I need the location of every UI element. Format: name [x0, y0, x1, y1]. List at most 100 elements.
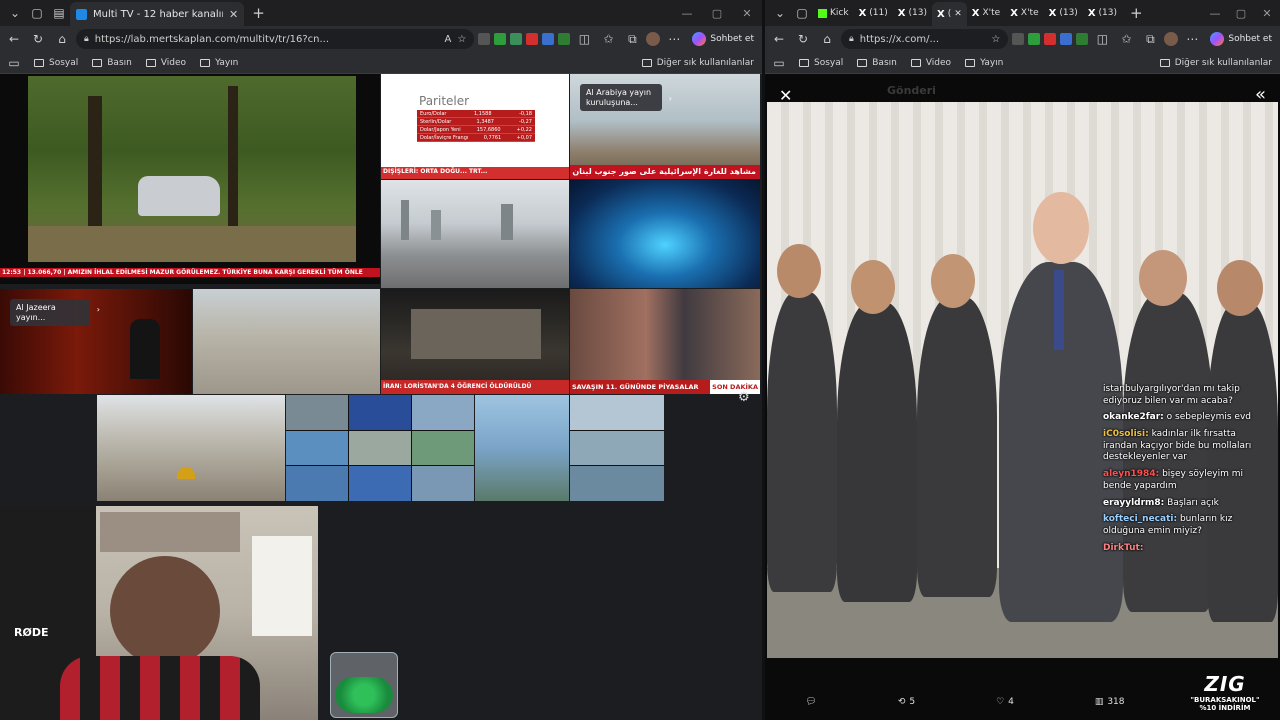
pariteler-row: Dolar/İsviçre Frangı 0,7761 +0,07 [417, 134, 535, 142]
tab-x-6[interactable]: X (13) [1044, 2, 1083, 24]
tab-kick[interactable]: Kick [813, 2, 854, 24]
tv-tile-city-skyline[interactable] [381, 180, 569, 288]
bookmark-yayin[interactable]: Yayın [200, 58, 238, 68]
tree-trunk [228, 86, 238, 246]
back-icon[interactable]: ← [769, 29, 789, 49]
maximize-icon[interactable]: ▢ [1228, 7, 1254, 20]
more-options-icon[interactable]: ⋯ [1182, 29, 1202, 49]
profile-avatar[interactable] [646, 32, 661, 46]
extension-icon[interactable] [1012, 33, 1025, 45]
collections-icon[interactable]: ⧉ [1140, 29, 1160, 49]
workspaces-icon[interactable]: ▢ [791, 2, 813, 24]
tab-x-active[interactable]: X(✕ [931, 2, 967, 26]
like-button[interactable]: ♡ 4 [996, 697, 1014, 707]
split-screen-icon[interactable]: ◫ [1092, 29, 1112, 49]
close-tab-icon[interactable]: ✕ [954, 9, 962, 19]
other-bookmarks[interactable]: Diğer sık kullanılanlar [641, 58, 754, 68]
home-icon[interactable]: ⌂ [52, 29, 72, 49]
profile-avatar[interactable] [1164, 32, 1179, 46]
split-screen-icon[interactable]: ◫ [574, 29, 594, 49]
chat-button[interactable]: Sohbet et [688, 32, 758, 46]
bookmark-yayin[interactable]: Yayın [965, 58, 1003, 68]
son-dakika-badge: SON DAKİKA [710, 380, 760, 394]
tab-actions-icon[interactable]: ⌄ [769, 2, 791, 24]
tab-x-4[interactable]: X X'te [967, 2, 1005, 24]
tv-tile-studio[interactable]: İRAN: LORİSTAN'DA 4 ÖĞRENCİ ÖLDÜRÜLDÜ [381, 289, 569, 394]
chat-message: okanke2far: o sebepleymis evd [1103, 412, 1251, 423]
chat-button[interactable]: Sohbet et [1206, 32, 1276, 46]
extension-red-icon[interactable] [1044, 33, 1057, 45]
other-bookmarks[interactable]: Diğer sık kullanılanlar [1159, 58, 1272, 68]
bookmark-basin[interactable]: Basın [92, 58, 132, 68]
sidebar-toggle-icon[interactable]: ▭ [8, 53, 20, 73]
refresh-icon[interactable]: ↻ [28, 29, 48, 49]
new-tab-button[interactable]: + [244, 4, 273, 22]
lock-icon: 🔒︎ [84, 34, 89, 44]
extension-puzzle-icon[interactable] [1076, 33, 1089, 45]
repost-button[interactable]: ⟲ 5 [898, 697, 915, 707]
lamp [252, 536, 312, 636]
close-window-icon[interactable]: ✕ [1254, 7, 1280, 20]
maximize-icon[interactable]: ▢ [702, 7, 732, 20]
bookmark-video[interactable]: Video [910, 57, 952, 68]
close-tab-icon[interactable]: ✕ [229, 8, 238, 21]
bookmark-label: Yayın [980, 57, 1004, 68]
extension-icon[interactable] [478, 33, 491, 45]
extension-red-icon[interactable] [526, 33, 539, 45]
tv-tile-jerusalem[interactable] [97, 395, 285, 501]
minimize-icon[interactable]: — [1202, 7, 1228, 20]
favorites-icon[interactable]: ✩ [1116, 29, 1136, 49]
tab-multitv[interactable]: Multi TV - 12 haber kanalını aynı a ✕ [70, 2, 245, 26]
vertical-tabs-icon[interactable]: ▤ [48, 2, 70, 24]
collections-icon[interactable]: ⧉ [622, 29, 642, 49]
tv-tile-mountain-cam[interactable] [475, 395, 569, 501]
al-arabiya-card[interactable]: Al Arabiya yayın kuruluşuna... › [580, 84, 672, 112]
back-icon[interactable]: ← [4, 29, 24, 49]
tv-tile-presenters[interactable]: SAVAŞIN 11. GÜNÜNDE PİYASALAR SON DAKİKA [570, 289, 760, 394]
extension-translate-icon[interactable] [1060, 33, 1073, 45]
al-jazeera-card[interactable]: Al Jazeera yayın... › [10, 299, 100, 327]
favorite-star-icon[interactable]: ☆ [991, 34, 1000, 45]
post-photo[interactable] [767, 102, 1278, 658]
extension-image-icon[interactable] [510, 33, 523, 45]
tab-x-7[interactable]: X (13) [1083, 2, 1122, 24]
bookmark-label: Video [925, 57, 952, 68]
tv-tile-webcam-grid-2[interactable] [570, 395, 664, 501]
tv-tile-al-jazeera[interactable]: Al Jazeera yayın... › [0, 289, 192, 394]
sidebar-toggle-icon[interactable]: ▭ [773, 53, 785, 73]
new-tab-button[interactable]: + [1122, 4, 1151, 22]
tv-tile-webcam-grid[interactable] [286, 395, 474, 501]
tv-tile-forest[interactable]: 12:53 | 13.066,70 | AMIZIN İHLAL EDİLMES… [0, 74, 380, 284]
settings-gear-icon[interactable]: ⚙ [738, 390, 750, 405]
tab-x-2[interactable]: X (13) [893, 2, 932, 24]
extension-puzzle-icon[interactable] [558, 33, 571, 45]
tab-actions-icon[interactable]: ⌄ [4, 2, 26, 24]
workspaces-icon[interactable]: ▢ [26, 2, 48, 24]
tv-tile-city-panorama[interactable] [193, 289, 380, 394]
extension-green-icon[interactable] [1028, 33, 1041, 45]
bookmark-sosyal[interactable]: Sosyal [34, 58, 78, 68]
favorite-star-icon[interactable]: ☆ [457, 34, 466, 45]
close-window-icon[interactable]: ✕ [732, 7, 762, 20]
more-options-icon[interactable]: ⋯ [664, 29, 684, 49]
tab-x-5[interactable]: X X'te [1005, 2, 1043, 24]
bookmark-basin[interactable]: Basın [857, 58, 897, 68]
tv-tile-pariteler[interactable]: Pariteler Euro/Dolar 1,1588 -0,18 Sterlin/… [381, 74, 569, 179]
refresh-icon[interactable]: ↻ [793, 29, 813, 49]
extension-translate-icon[interactable] [542, 33, 555, 45]
bookmark-sosyal[interactable]: Sosyal [799, 58, 843, 68]
read-aloud-icon[interactable]: A [445, 34, 452, 45]
address-bar[interactable]: 🔒︎ https://lab.mertskaplan.com/multitv/t… [76, 29, 475, 49]
reply-button[interactable]: 💬︎ [805, 697, 816, 707]
favorites-icon[interactable]: ✩ [598, 29, 618, 49]
tv-tile-al-arabiya[interactable]: Al Arabiya yayın kuruluşuna... › مشاهد ل… [570, 74, 760, 179]
tab-x-1[interactable]: X (11) [854, 2, 893, 24]
minimize-icon[interactable]: — [672, 7, 702, 20]
x-logo-icon: X [897, 7, 906, 19]
bookmark-video[interactable]: Video [145, 58, 186, 68]
tv-tile-digital-earth[interactable] [570, 180, 760, 288]
home-icon[interactable]: ⌂ [817, 29, 837, 49]
views-button[interactable]: ▥ 318 [1095, 697, 1125, 707]
extension-green-icon[interactable] [494, 33, 507, 45]
address-bar[interactable]: 🔒︎ https://x.com/... ☆ [841, 29, 1009, 49]
